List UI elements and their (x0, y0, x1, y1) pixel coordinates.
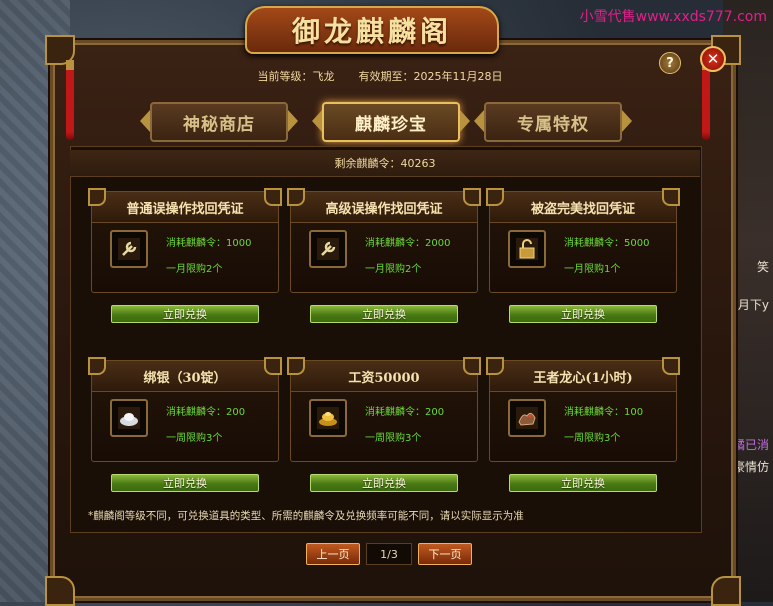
tab-mystery-shop[interactable]: 神秘商店 (140, 102, 288, 142)
item-name: 普通误操作找回凭证 (88, 188, 282, 223)
redeem-button[interactable]: 立即兑换 (111, 474, 259, 492)
wrench-icon[interactable] (110, 230, 148, 268)
tab-qilin-treasure[interactable]: 麒麟珍宝 (312, 102, 460, 142)
item-cost: 消耗麒麟令：5000 (564, 238, 650, 249)
watermark: 小雪代售www.xxds777.com (579, 9, 767, 25)
item-card: 绑银（30锭） 消耗麒麟令：200 一周限购3个 (88, 357, 282, 462)
help-button[interactable]: ? (659, 52, 681, 74)
item-name: 绑银（30锭） (88, 357, 282, 392)
window-title-plate: 御龙麒麟阁 (245, 6, 499, 54)
window-title: 御龙麒麟阁 (291, 15, 452, 48)
remaining-token-count: 剩余麒麟令：40263 (334, 157, 436, 170)
item-cost: 消耗麒麟令：100 (564, 407, 644, 418)
redeem-button[interactable]: 立即兑换 (310, 474, 458, 492)
gold-ingot-icon[interactable] (309, 399, 347, 437)
item-limit: 一周限购3个 (166, 433, 223, 444)
item-limit: 一月限购2个 (365, 264, 422, 275)
redeem-button[interactable]: 立即兑换 (509, 305, 657, 323)
wrench-icon[interactable] (309, 230, 347, 268)
close-button[interactable]: ✕ (700, 46, 726, 72)
item-limit: 一月限购2个 (166, 264, 223, 275)
balance-bar: 剩余麒麟令：40263 (70, 150, 700, 177)
tassel-ornament (702, 60, 710, 140)
item-cost: 消耗麒麟令：200 (365, 407, 445, 418)
item-name: 被盗完美找回凭证 (486, 188, 680, 223)
current-level: 当前等级：飞龙 (257, 70, 335, 83)
side-chat-text: 豪情仿 (732, 460, 769, 474)
item-name: 工资50000 (287, 357, 481, 392)
lock-icon[interactable] (508, 230, 546, 268)
item-limit: 一周限购3个 (365, 433, 422, 444)
item-card: 高级误操作找回凭证 消耗麒麟令：2000 一月限购2个 (287, 188, 481, 293)
page-indicator: 1/3 (366, 543, 412, 565)
item-card: 王者龙心(1小时) 消耗麒麟令：100 一周限购3个 (486, 357, 680, 462)
item-limit: 一月限购1个 (564, 264, 621, 275)
item-name: 王者龙心(1小时) (486, 357, 680, 392)
dragon-heart-icon[interactable] (508, 399, 546, 437)
redeem-button[interactable]: 立即兑换 (111, 305, 259, 323)
silver-ingot-icon[interactable] (110, 399, 148, 437)
item-cost: 消耗麒麟令：1000 (166, 238, 252, 249)
redeem-button[interactable]: 立即兑换 (310, 305, 458, 323)
next-page-button[interactable]: 下一页 (418, 543, 472, 565)
side-chat-text: 笑 (756, 260, 769, 274)
tab-bar: 神秘商店 麒麟珍宝 专属特权 (140, 102, 630, 142)
tab-exclusive-privileges[interactable]: 专属特权 (474, 102, 622, 142)
item-card: 普通误操作找回凭证 消耗麒麟令：1000 一月限购2个 (88, 188, 282, 293)
item-cost: 消耗麒麟令：200 (166, 407, 246, 418)
redeem-button[interactable]: 立即兑换 (509, 474, 657, 492)
side-chat-text: 橘已消 (732, 438, 769, 452)
pagination: 上一页 1/3 下一页 (306, 543, 472, 565)
expiry-date: 有效期至：2025年11月28日 (358, 70, 503, 83)
footnote: *麒麟阁等级不同，可兑换道具的类型、所需的麒麟令及兑换频率可能不同，请以实际显示… (88, 510, 524, 522)
item-name: 高级误操作找回凭证 (287, 188, 481, 223)
item-card: 被盗完美找回凭证 消耗麒麟令：5000 一月限购1个 (486, 188, 680, 293)
item-card: 工资50000 消耗麒麟令：200 一周限购3个 (287, 357, 481, 462)
level-info-bar: 当前等级：飞龙 有效期至：2025年11月28日 (70, 63, 690, 89)
prev-page-button[interactable]: 上一页 (306, 543, 360, 565)
item-cost: 消耗麒麟令：2000 (365, 238, 451, 249)
item-limit: 一周限购3个 (564, 433, 621, 444)
